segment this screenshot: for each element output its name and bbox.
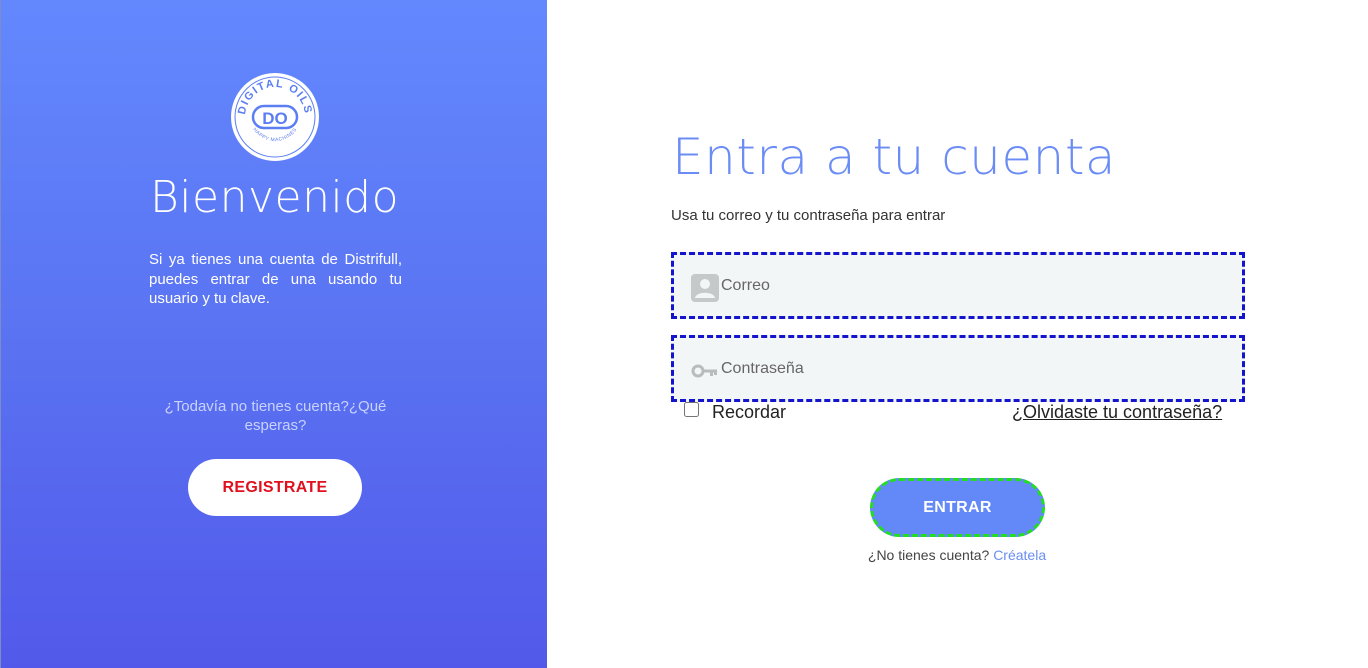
digital-oils-logo: DIGITAL OILS DO HAPPY MACHINES: [231, 73, 319, 161]
user-icon: [691, 274, 719, 302]
login-title: Entra a tu cuenta: [672, 128, 1117, 186]
svg-text:DO: DO: [262, 109, 288, 128]
welcome-intro-text: Si ya tienes una cuenta de Distrifull, p…: [149, 251, 402, 307]
no-account-question: ¿Todavía no tienes cuenta?¿Qué esperas?: [164, 398, 387, 434]
password-input[interactable]: [721, 338, 1221, 399]
create-account-link[interactable]: Créatela: [993, 547, 1046, 563]
register-button[interactable]: REGISTRATE: [188, 459, 362, 516]
remember-checkbox-wrapper: [684, 402, 699, 417]
login-subtitle: Usa tu correo y tu contraseña para entra…: [671, 207, 946, 224]
password-field-wrapper: [671, 335, 1245, 402]
welcome-heading: Bienvenido: [149, 172, 400, 223]
forgot-password-link[interactable]: ¿Olvidaste tu contraseña?: [1012, 402, 1222, 423]
welcome-panel: DIGITAL OILS DO HAPPY MACHINES Bienvenid…: [0, 0, 547, 668]
email-field-wrapper: [671, 252, 1245, 319]
remember-label[interactable]: Recordar: [712, 402, 786, 423]
email-input[interactable]: [721, 255, 1221, 316]
key-icon: [691, 357, 719, 385]
remember-checkbox[interactable]: [684, 402, 699, 417]
signup-prompt-text: ¿No tienes cuenta?: [867, 547, 990, 563]
signup-prompt: ¿No tienes cuenta? Créatela: [0, 547, 1368, 563]
login-button[interactable]: ENTRAR: [870, 478, 1045, 537]
